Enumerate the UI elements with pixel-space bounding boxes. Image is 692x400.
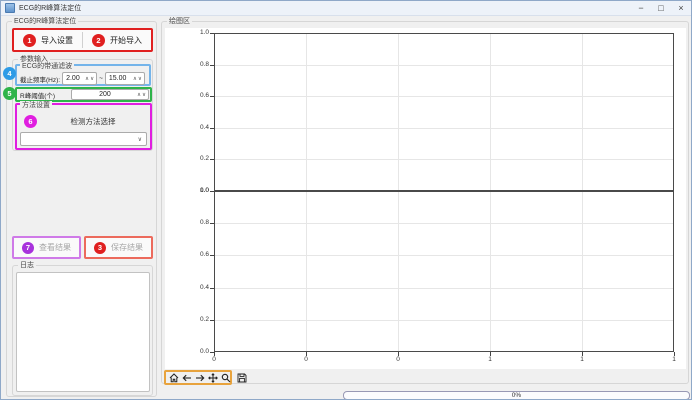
plot-ytm: [210, 288, 214, 289]
view-results-button[interactable]: 7 查看结果: [14, 238, 79, 257]
app-window: ECG的R峰算法定位 − □ × ECG的R峰算法定位 1 导入设置 2 开始导…: [0, 0, 692, 400]
plot-ylab: 0.2: [179, 155, 209, 162]
plot-ytm: [210, 33, 214, 34]
plot-ytm: [210, 223, 214, 224]
save-results-annotation-box: 3 保存结果: [84, 236, 153, 259]
progress-bar: 0%: [343, 391, 690, 400]
rpeak-input[interactable]: [72, 91, 135, 98]
plot-xlab: 1: [574, 356, 590, 363]
badge-2: 2: [92, 34, 105, 47]
bandpass-group-label: ECG的带通滤波: [20, 62, 74, 71]
log-group: 日志: [12, 265, 153, 396]
spin-arrows-icon[interactable]: ∧∨: [83, 76, 96, 82]
plot-xlab: 0: [390, 356, 406, 363]
plot-ytm: [210, 255, 214, 256]
forward-arrow-icon[interactable]: [195, 372, 205, 383]
badge-4: 4: [3, 67, 16, 80]
plot-ylab: 0.2: [179, 316, 209, 323]
plot-xlab: 0: [206, 356, 222, 363]
low-cutoff-spinbox[interactable]: ∧∨: [62, 72, 97, 85]
bandpass-annotation-box: ECG的带通滤波 截止频率(Hz): ∧∨ ~ ∧∨: [15, 64, 151, 86]
plot-toolbar: [164, 370, 232, 385]
start-import-label: 开始导入: [110, 35, 142, 46]
import-annotation-box: 1 导入设置 2 开始导入: [12, 28, 153, 52]
plot-axes: [214, 33, 674, 191]
method-hint: 检测方法选择: [43, 116, 143, 127]
high-cutoff-input[interactable]: [106, 75, 131, 82]
zoom-icon[interactable]: [221, 372, 231, 383]
badge-3: 3: [94, 242, 106, 254]
plot-ylab: 1.0: [179, 29, 209, 36]
save-figure-icon[interactable]: [237, 372, 247, 383]
save-results-button[interactable]: 3 保存结果: [86, 238, 151, 257]
left-panel-group-label: ECG的R峰算法定位: [12, 17, 78, 26]
title-bar: ECG的R峰算法定位 − □ ×: [1, 1, 691, 16]
view-results-label: 查看结果: [39, 242, 71, 253]
start-import-button[interactable]: 2 开始导入: [83, 30, 151, 50]
method-combobox[interactable]: ∨: [20, 132, 147, 146]
plot-panel-group-label: 绘图区: [167, 17, 192, 26]
plot-ylab: 0.0: [179, 348, 209, 355]
plot-ytm: [210, 159, 214, 160]
minimize-button[interactable]: −: [631, 1, 651, 15]
high-cutoff-spinbox[interactable]: ∧∨: [105, 72, 145, 85]
view-results-annotation-box: 7 查看结果: [12, 236, 81, 259]
maximize-button[interactable]: □: [651, 1, 671, 15]
badge-5: 5: [3, 87, 16, 100]
window-title: ECG的R峰算法定位: [19, 3, 81, 13]
spin-arrows-icon[interactable]: ∧∨: [131, 76, 144, 82]
log-textarea[interactable]: [16, 272, 150, 392]
rpeak-spinbox[interactable]: ∧∨: [71, 89, 149, 100]
plot-ylab: 0.6: [179, 92, 209, 99]
low-cutoff-input[interactable]: [63, 75, 83, 82]
spin-arrows-icon[interactable]: ∧∨: [135, 92, 148, 98]
left-panel-group: ECG的R峰算法定位 1 导入设置 2 开始导入 参数输入 4 5: [6, 21, 157, 397]
plot-xlab: 1: [666, 356, 682, 363]
plot-ylab: 0.8: [179, 219, 209, 226]
save-results-label: 保存结果: [111, 242, 143, 253]
plot-ytm: [210, 128, 214, 129]
rpeak-label: R峰阈值(个): [20, 90, 55, 100]
plot-ylab: 0.4: [179, 284, 209, 291]
plot-ylab: 1.0: [179, 187, 209, 194]
import-settings-label: 导入设置: [41, 35, 73, 46]
plot-ytm: [210, 352, 214, 353]
badge-1: 1: [23, 34, 36, 47]
plot-ytm: [210, 191, 214, 192]
pan-icon[interactable]: [208, 372, 218, 383]
rpeak-annotation-box: R峰阈值(个) ∧∨: [15, 87, 152, 102]
close-button[interactable]: ×: [671, 1, 691, 15]
cutoff-label: 截止频率(Hz):: [20, 74, 60, 84]
plot-ytm: [210, 320, 214, 321]
plot-ytm: [210, 65, 214, 66]
plot-panel-group: 绘图区 0001111.00.80.60.40.20.01.00.80.60.4…: [161, 21, 689, 384]
params-group: 参数输入 4 5 ECG的带通滤波 截止频率(Hz): ∧∨ ~ ∧∨: [12, 59, 153, 151]
log-group-label: 日志: [18, 261, 36, 270]
badge-6: 6: [24, 115, 37, 128]
home-icon[interactable]: [169, 372, 179, 383]
plot-xlab: 0: [298, 356, 314, 363]
plot-ytm: [210, 96, 214, 97]
dropdown-chevron-icon[interactable]: ∨: [138, 136, 146, 143]
range-separator: ~: [99, 75, 103, 82]
method-group-label: 方法设置: [20, 101, 52, 110]
import-settings-button[interactable]: 1 导入设置: [14, 30, 82, 50]
badge-7: 7: [22, 242, 34, 254]
plot-ylab: 0.8: [179, 61, 209, 68]
plot-xlab: 1: [482, 356, 498, 363]
plot-ylab: 0.6: [179, 251, 209, 258]
back-arrow-icon[interactable]: [182, 372, 192, 383]
plot-figure[interactable]: 0001111.00.80.60.40.20.01.00.80.60.40.20…: [165, 28, 686, 369]
app-icon: [5, 3, 15, 13]
plot-axes: [214, 191, 674, 352]
plot-ylab: 0.4: [179, 124, 209, 131]
method-annotation-box: 方法设置 6 检测方法选择 ∨: [15, 103, 152, 150]
